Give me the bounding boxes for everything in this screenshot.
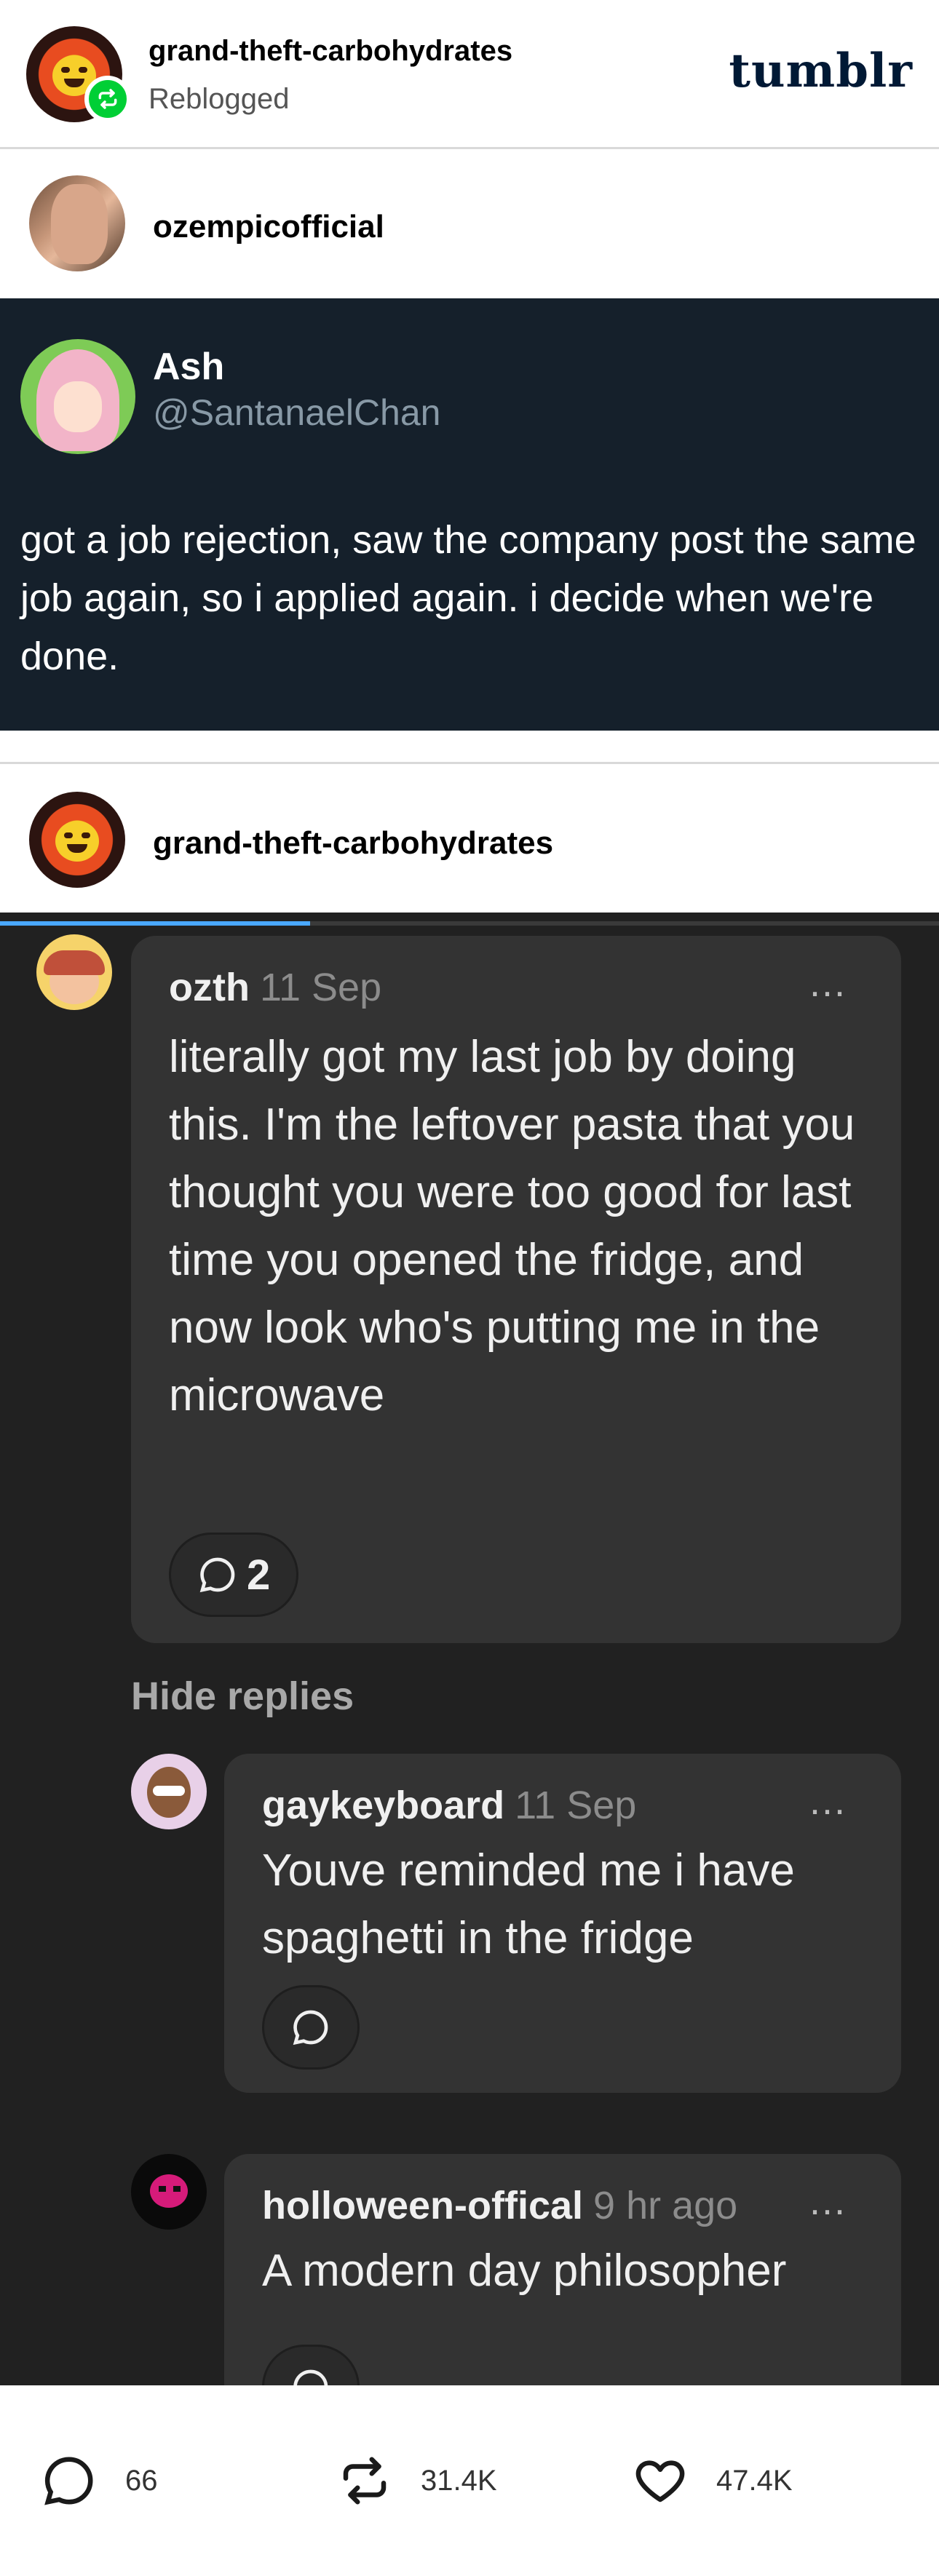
likes-button[interactable]: 47.4K — [632, 2452, 793, 2509]
tweet-handle: @SantanaelChan — [153, 392, 441, 433]
avatar[interactable] — [29, 792, 125, 888]
post-header: grand-theft-carbohydrates Reblogged tumb… — [0, 0, 939, 149]
reply-author[interactable]: gaykeyboard 11 Sep — [262, 1783, 636, 1828]
tweet-text: got a job rejection, saw the company pos… — [20, 518, 916, 678]
trail-username[interactable]: ozempicofficial — [153, 209, 384, 245]
tweet-screenshot: Ash @SantanaelChan got a job rejection, … — [0, 298, 939, 731]
reply-count-button[interactable]: 2 — [169, 1533, 299, 1617]
comment-avatar[interactable] — [36, 934, 112, 1010]
reply-text: Youve reminded me i have spaghetti in th… — [262, 1845, 795, 1963]
comment-text: literally got my last job by doing this.… — [169, 1032, 855, 1420]
reblogs-button[interactable]: 31.4K — [336, 2452, 497, 2509]
reply-count: 2 — [247, 1551, 271, 1599]
hide-replies-link[interactable]: Hide replies — [131, 1674, 354, 1719]
tweet-display-name: Ash — [153, 346, 225, 388]
divider — [0, 731, 939, 764]
post-footer: 66 31.4K 47.4K — [0, 2385, 939, 2576]
comments-count: 66 — [125, 2464, 158, 2497]
more-options-icon[interactable]: ... — [809, 1778, 847, 1824]
reply-button[interactable] — [262, 1985, 360, 2070]
trail-username[interactable]: grand-theft-carbohydrates — [153, 825, 553, 862]
trail-item-header: grand-theft-carbohydrates — [0, 766, 939, 911]
tweet-avatar — [20, 339, 135, 454]
comment-icon — [44, 2457, 93, 2505]
comment-author-name[interactable]: ozth — [169, 966, 250, 1009]
avatar[interactable] — [29, 175, 125, 271]
reply-date: 11 Sep — [515, 1784, 637, 1827]
heart-icon — [635, 2460, 685, 2503]
reblogger-username[interactable]: grand-theft-carbohydrates — [148, 35, 512, 68]
reply-date: 9 hr ago — [593, 2184, 738, 2227]
reply-bubble-icon — [199, 1557, 235, 1593]
comment-date: 11 Sep — [259, 966, 382, 1009]
tumblr-logo[interactable]: tumblr — [729, 44, 913, 98]
more-options-icon[interactable]: ... — [809, 2179, 847, 2224]
scroll-progress-bar — [0, 921, 939, 926]
reblogs-count: 31.4K — [421, 2464, 497, 2497]
reblogged-label: Reblogged — [148, 83, 290, 115]
reply-text: A modern day philosopher — [262, 2246, 787, 2296]
comments-button[interactable]: 66 — [41, 2452, 158, 2509]
replies-screenshot: ozth 11 Sep ... literally got my last job… — [0, 913, 939, 2385]
reblog-badge-icon — [84, 76, 131, 122]
reply-avatar[interactable] — [131, 2154, 207, 2230]
reply-author[interactable]: holloween-offical 9 hr ago — [262, 2183, 737, 2228]
comment-author[interactable]: ozth 11 Sep — [169, 965, 381, 1010]
more-options-icon[interactable]: ... — [809, 961, 847, 1006]
reply-author-name[interactable]: gaykeyboard — [262, 1784, 504, 1827]
reply-bubble-icon — [293, 2369, 328, 2385]
reply-author-name[interactable]: holloween-offical — [262, 2184, 583, 2227]
likes-count: 47.4K — [716, 2464, 793, 2497]
scroll-progress-fill — [0, 921, 310, 926]
trail-item-header: ozempicofficial — [0, 149, 939, 295]
reply-bubble-icon — [293, 2010, 328, 2046]
reply-avatar[interactable] — [131, 1754, 207, 1829]
reblog-icon — [343, 2457, 387, 2505]
